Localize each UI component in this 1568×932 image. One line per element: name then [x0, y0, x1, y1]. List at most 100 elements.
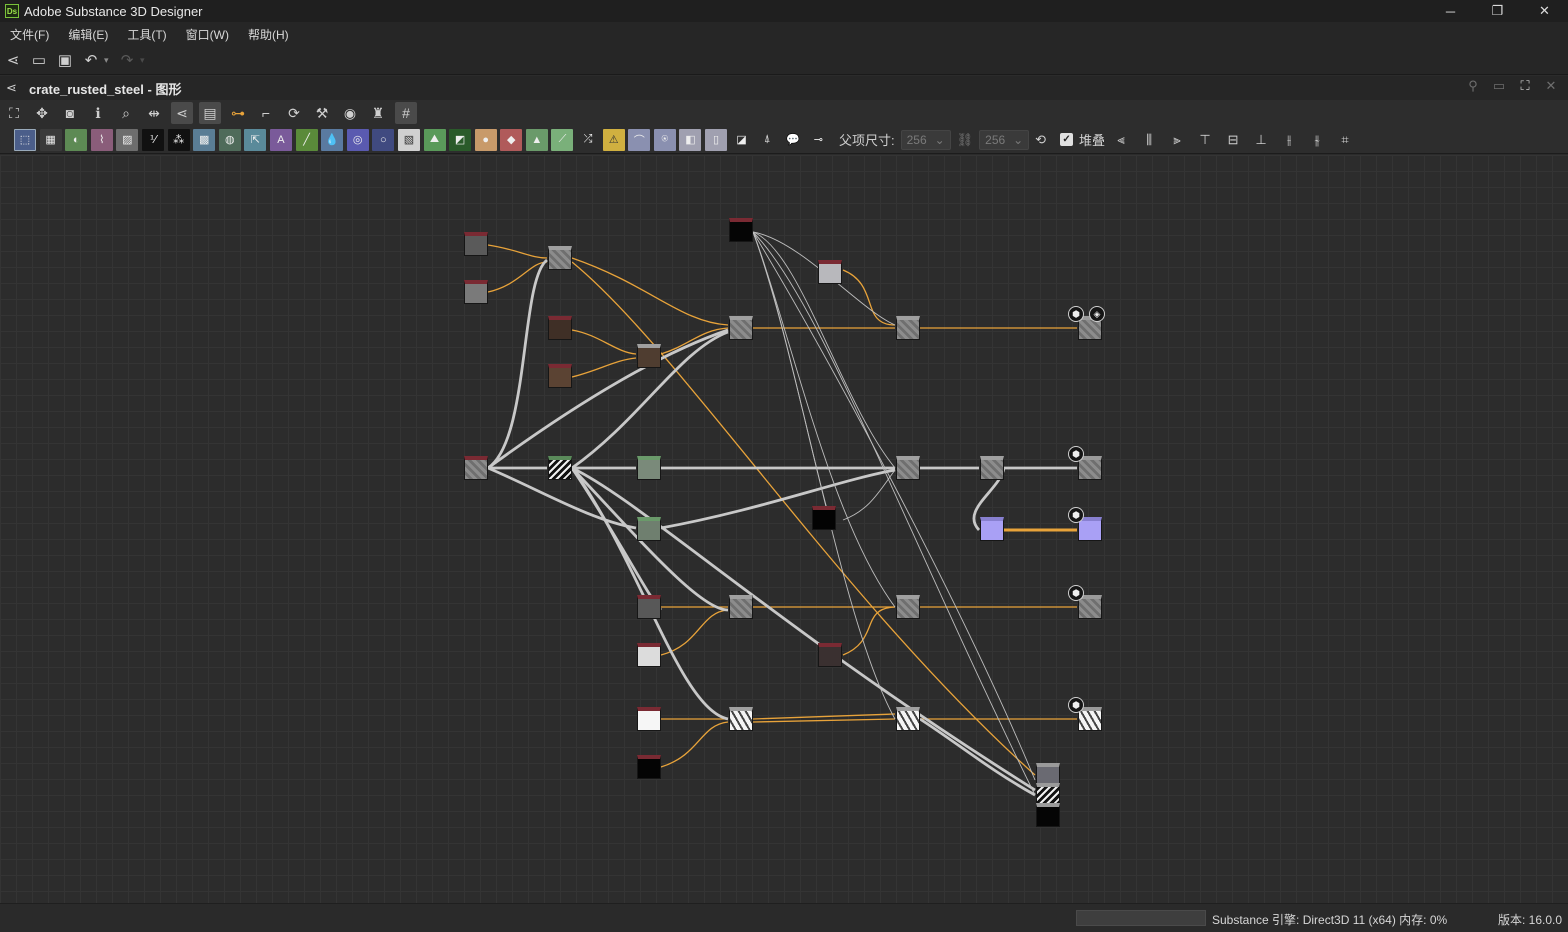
distribute-h-icon[interactable]: ⫲	[1277, 129, 1301, 151]
distance-node-icon[interactable]: ⍟	[653, 128, 676, 151]
menu-edit[interactable]: 编辑(E)	[68, 26, 108, 43]
clean-icon[interactable]: ♜	[367, 102, 389, 124]
pin-icon[interactable]: ⚲	[1460, 78, 1486, 94]
fill-node-icon[interactable]: ◆	[500, 128, 523, 151]
undo-history-chevron-icon[interactable]: ▾	[104, 55, 114, 66]
grunge-mask-node[interactable]	[548, 456, 572, 480]
pixel-processor-node-icon[interactable]: ⁂	[167, 128, 190, 151]
minimize-button[interactable]: ─	[1427, 0, 1474, 22]
align-center-v-icon[interactable]: ⊟	[1221, 129, 1245, 151]
fx-map-node-icon[interactable]: ⅟	[141, 128, 164, 151]
switch-node-icon[interactable]: ●	[474, 128, 497, 151]
bitmap-node-icon[interactable]: ▨	[116, 128, 139, 151]
uniform-color-node[interactable]	[812, 506, 836, 530]
blend-node[interactable]	[896, 316, 920, 340]
refresh-icon[interactable]: ⟳	[283, 102, 305, 124]
input-node-icon[interactable]: ◪	[730, 128, 753, 151]
blend-node[interactable]	[637, 344, 661, 368]
blend-node[interactable]	[896, 595, 920, 619]
save-icon[interactable]: ▣	[52, 48, 78, 72]
grid-snap-icon[interactable]: #	[395, 102, 417, 124]
channels-node-icon[interactable]: ◧	[679, 128, 702, 151]
substance-input-node[interactable]	[464, 456, 488, 480]
blend-node[interactable]	[896, 456, 920, 480]
open-folder-icon[interactable]: ▭	[26, 48, 52, 72]
uniform-color-node[interactable]	[637, 595, 661, 619]
float-panel-icon[interactable]: ▭	[1486, 78, 1512, 94]
uniform-color-node[interactable]	[464, 280, 488, 304]
menu-help[interactable]: 帮助(H)	[248, 26, 289, 43]
uniform-color-node[interactable]	[637, 707, 661, 731]
width-dropdown[interactable]: 256 ⌄	[900, 129, 951, 150]
close-button[interactable]: ✕	[1521, 0, 1568, 22]
search-icon[interactable]: ⌕	[115, 102, 137, 124]
tools-icon[interactable]: ⚒	[311, 102, 333, 124]
text-node-icon[interactable]: A	[269, 128, 292, 151]
hsl-node-icon[interactable]: 💧	[321, 128, 344, 151]
graph-layout-icon[interactable]: ⋖	[171, 102, 193, 124]
menu-file[interactable]: 文件(F)	[10, 26, 49, 43]
graph-node-icon[interactable]: ▦	[39, 128, 62, 151]
height-dropdown[interactable]: 256 ⌄	[979, 129, 1030, 150]
comment-icon[interactable]: 💬	[781, 128, 804, 151]
align-right-icon[interactable]: ⫸	[1165, 129, 1189, 151]
multi-input-node[interactable]	[1036, 803, 1060, 827]
warp-node-icon[interactable]: ⌇	[90, 128, 113, 151]
preview-icon[interactable]: ◉	[339, 102, 361, 124]
link-ratio-icon[interactable]: ⛓	[957, 132, 974, 148]
output-node-icon[interactable]: ▯	[705, 128, 728, 151]
value-node-icon[interactable]: ⍋	[756, 128, 779, 151]
curve-node-icon[interactable]: ╱	[295, 128, 318, 151]
frame-all-icon[interactable]: ⛶	[3, 102, 25, 124]
undo-icon[interactable]: ↶	[78, 48, 104, 72]
pin-connection-icon[interactable]: ⌐	[255, 102, 277, 124]
blend-node[interactable]	[896, 707, 920, 731]
blend-node[interactable]	[729, 707, 753, 731]
uniform-color-node[interactable]	[548, 364, 572, 388]
reset-size-icon[interactable]: ⟲	[1035, 132, 1046, 148]
close-panel-icon[interactable]: ✕	[1538, 78, 1564, 94]
menu-window[interactable]: 窗口(W)	[186, 26, 229, 43]
distribute-v-icon[interactable]: ⫳	[1305, 129, 1329, 151]
normal-node-icon[interactable]: ⛰	[423, 128, 446, 151]
blend-node[interactable]	[980, 456, 1004, 480]
normal-node[interactable]	[980, 517, 1004, 541]
levels-node[interactable]	[637, 456, 661, 480]
menu-tools[interactable]: 工具(T)	[127, 26, 166, 43]
frame-node-icon[interactable]: ⬚	[14, 128, 36, 151]
blend-node[interactable]	[729, 316, 753, 340]
shape-node-icon[interactable]: ○	[372, 128, 395, 151]
uniform-color-node[interactable]	[548, 316, 572, 340]
align-left-icon[interactable]: ⫷	[1109, 129, 1133, 151]
align-center-h-icon[interactable]: ⫼	[1137, 129, 1161, 151]
connection-icon[interactable]: ⊶	[227, 102, 249, 124]
blend-node[interactable]	[729, 595, 753, 619]
gradient-node-icon[interactable]: ◍	[218, 128, 241, 151]
graph-canvas[interactable]: ⬢ ◈ ⬢ ⬢ ⬢ ⬢	[0, 155, 1568, 903]
uniform-color-node[interactable]	[637, 643, 661, 667]
uniform-color-node[interactable]	[464, 232, 488, 256]
redo-history-chevron-icon[interactable]: ▾	[140, 55, 150, 66]
stack-checkbox[interactable]: ✓	[1060, 133, 1074, 146]
blend-node[interactable]	[548, 246, 572, 270]
snap-grid-icon[interactable]: ⌗	[1333, 129, 1357, 151]
uniform-color-node[interactable]	[818, 643, 842, 667]
noise-source-node[interactable]	[729, 218, 753, 242]
emboss-node-icon[interactable]: ◩	[449, 128, 472, 151]
blend-node-icon[interactable]: ◐	[65, 128, 88, 151]
maximize-panel-icon[interactable]: ⛶	[1512, 78, 1538, 94]
directional-warp-node-icon[interactable]: ⌒	[628, 128, 651, 151]
levels-node[interactable]	[637, 517, 661, 541]
warning-node-icon[interactable]: ⚠	[602, 128, 625, 151]
screenshot-icon[interactable]: ◙	[59, 102, 81, 124]
new-graph-icon[interactable]: ⋖	[0, 48, 26, 72]
align-bottom-icon[interactable]: ⊥	[1249, 129, 1273, 151]
move-icon[interactable]: ✥	[31, 102, 53, 124]
levels-node-icon[interactable]: ⟋	[551, 128, 574, 151]
restore-button[interactable]: ❐	[1474, 0, 1521, 22]
tile-sampler-node-icon[interactable]: ▩	[193, 128, 216, 151]
pin-dot-icon[interactable]: ⊸	[807, 128, 830, 151]
uniform-color-node[interactable]	[818, 260, 842, 284]
info-icon[interactable]: ℹ	[87, 102, 109, 124]
uniform-color-node[interactable]	[637, 755, 661, 779]
